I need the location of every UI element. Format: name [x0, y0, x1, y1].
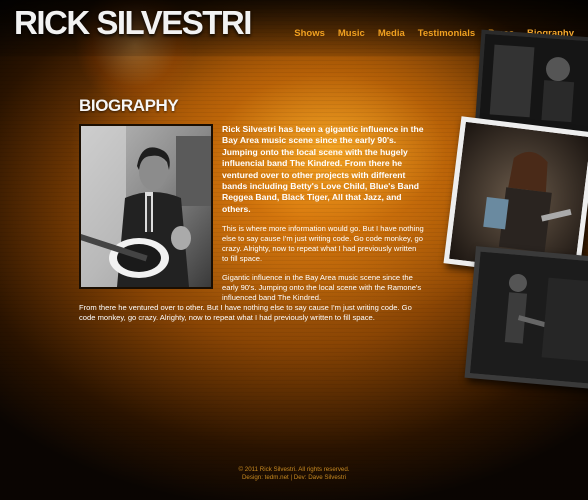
bio-paragraph-2: This is where more information would go.…: [222, 223, 424, 264]
nav-music[interactable]: Music: [338, 28, 365, 39]
page-title: BIOGRAPHY: [79, 96, 179, 115]
credits-text[interactable]: Design: tedm.net | Dev: Dave Silvestri: [0, 474, 588, 482]
guitarist-stage-photo-image: [469, 251, 588, 385]
concert-photo-image: [479, 33, 588, 133]
collage-photo-bottom: [464, 246, 588, 390]
bio-paragraph-3-part-b: From there he ventured over to other. Bu…: [79, 303, 412, 323]
bio-paragraph-3-part-a: Gigantic influence in the Bay Area music…: [222, 272, 422, 303]
nav-shows[interactable]: Shows: [294, 28, 325, 39]
nav-media[interactable]: Media: [378, 28, 405, 39]
biography-content: Rick Silvestri has been a gigantic influ…: [79, 124, 424, 324]
bio-paragraph-3: Gigantic influence in the Bay Area music…: [79, 273, 424, 324]
site-title[interactable]: RICK SILVESTRI: [14, 4, 252, 42]
copyright-text: © 2011 Rick Silvestri. All rights reserv…: [238, 466, 350, 473]
footer: © 2011 Rick Silvestri. All rights reserv…: [0, 466, 588, 482]
lead-paragraph: Rick Silvestri has been a gigantic influ…: [222, 124, 424, 214]
nav-testimonials[interactable]: Testimonials: [418, 28, 475, 39]
